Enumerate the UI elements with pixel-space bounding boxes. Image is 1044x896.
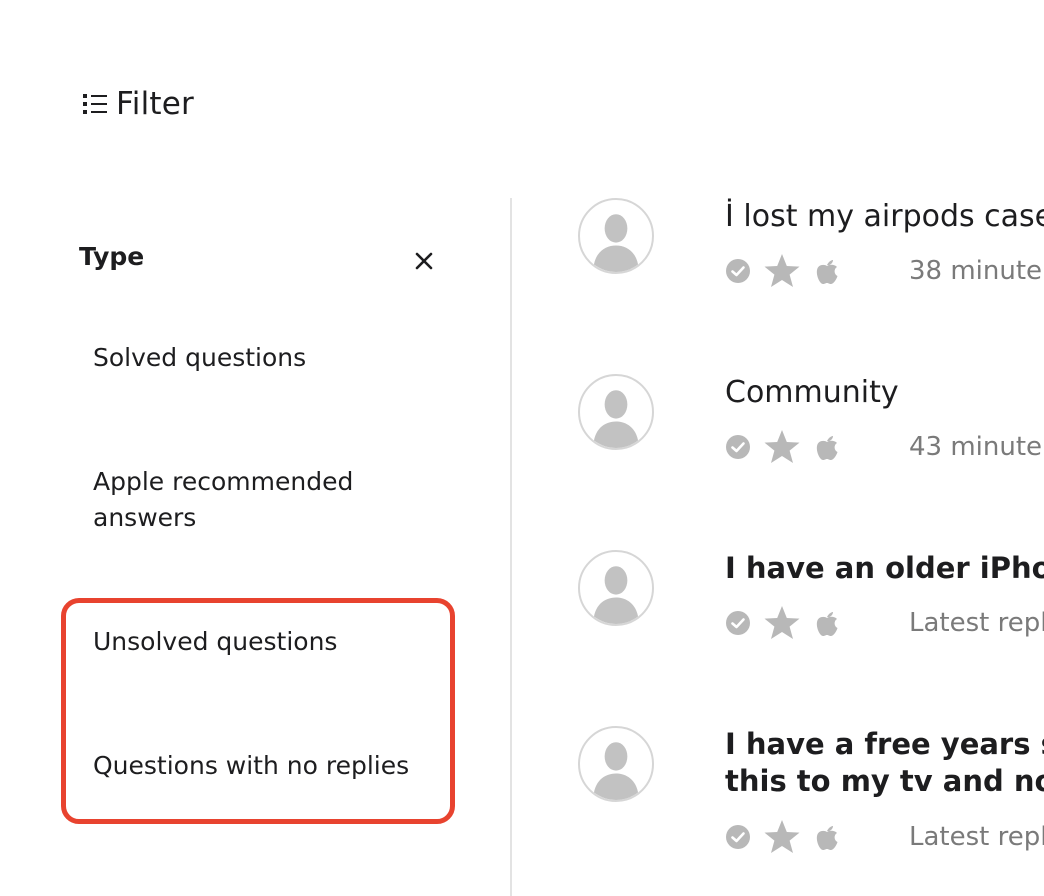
star-icon bbox=[764, 606, 800, 639]
thread-timestamp: 38 minute bbox=[909, 256, 1043, 286]
apple-logo-icon bbox=[816, 260, 838, 284]
list-filter-icon bbox=[82, 91, 108, 117]
user-silhouette-icon bbox=[593, 566, 639, 624]
user-silhouette-icon bbox=[593, 214, 639, 272]
avatar bbox=[578, 726, 654, 802]
thread-meta: Latest repl bbox=[725, 820, 1044, 854]
thread-item[interactable]: I have an older iPhon Latest repl bbox=[578, 550, 1044, 660]
apple-logo-icon bbox=[816, 436, 838, 460]
apple-logo-icon bbox=[816, 826, 838, 850]
star-icon bbox=[764, 430, 800, 463]
user-silhouette-icon bbox=[593, 390, 639, 448]
thread-meta: 43 minute bbox=[725, 430, 1044, 464]
thread-meta: 38 minute bbox=[725, 254, 1044, 288]
thread-item[interactable]: I have a free years su this to my tv and… bbox=[578, 726, 1044, 853]
thread-title[interactable]: I have an older iPhon bbox=[725, 550, 1044, 587]
thread-timestamp: 43 minute bbox=[909, 432, 1043, 462]
thread-item[interactable]: Community 43 minute bbox=[578, 374, 1044, 484]
thread-title[interactable]: İ lost my airpods case bbox=[725, 198, 1044, 235]
check-circle-icon bbox=[726, 611, 750, 635]
avatar bbox=[578, 198, 654, 274]
filter-option-unsolved-questions[interactable]: Unsolved questions bbox=[93, 624, 423, 660]
avatar bbox=[578, 550, 654, 626]
close-icon bbox=[415, 252, 433, 270]
thread-meta: Latest repl bbox=[725, 606, 1044, 640]
close-type-filter-button[interactable] bbox=[410, 247, 438, 275]
avatar bbox=[578, 374, 654, 450]
apple-logo-icon bbox=[816, 612, 838, 636]
filter-toggle[interactable]: Filter bbox=[82, 84, 194, 124]
check-circle-icon bbox=[726, 259, 750, 283]
check-circle-icon bbox=[726, 825, 750, 849]
filter-option-apple-recommended-answers[interactable]: Apple recommended answers bbox=[93, 464, 423, 536]
user-silhouette-icon bbox=[593, 742, 639, 800]
filter-option-solved-questions[interactable]: Solved questions bbox=[93, 340, 423, 376]
thread-title[interactable]: Community bbox=[725, 374, 1044, 411]
thread-title[interactable]: I have a free years su this to my tv and… bbox=[725, 726, 1044, 800]
check-circle-icon bbox=[726, 435, 750, 459]
column-divider bbox=[510, 198, 512, 896]
thread-latest-reply: Latest repl bbox=[909, 608, 1044, 638]
thread-item[interactable]: İ lost my airpods case 38 minute bbox=[578, 198, 1044, 308]
type-heading: Type bbox=[79, 242, 145, 271]
star-icon bbox=[764, 254, 800, 287]
thread-latest-reply: Latest repl bbox=[909, 822, 1044, 852]
filter-label: Filter bbox=[116, 86, 194, 122]
filter-option-questions-with-no-replies[interactable]: Questions with no replies bbox=[93, 748, 423, 784]
star-icon bbox=[764, 820, 800, 853]
